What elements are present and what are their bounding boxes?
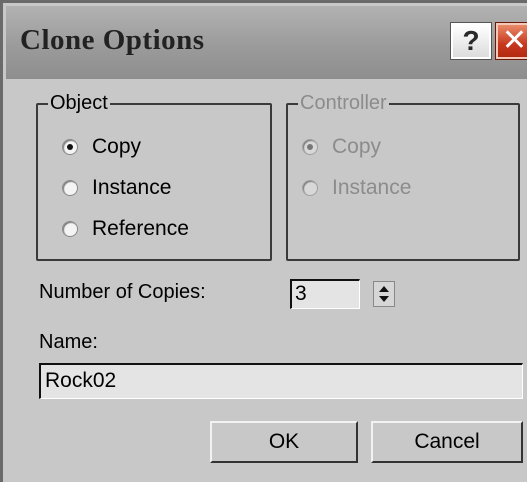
question-mark-icon: ? [462, 25, 480, 56]
close-button[interactable]: ✕ [495, 22, 527, 60]
controller-copy-label: Copy [332, 135, 382, 158]
name-input[interactable]: Rock02 [39, 363, 523, 399]
close-icon: ✕ [501, 24, 527, 57]
object-copy-radio[interactable] [62, 139, 78, 155]
name-label: Name: [39, 331, 98, 353]
number-of-copies-label: Number of Copies: [39, 281, 206, 303]
object-reference-label: Reference [92, 217, 189, 240]
clone-options-dialog: Clone Options ? ✕ Object Copy Instance R… [0, 0, 527, 482]
help-button[interactable]: ? [450, 22, 492, 60]
object-group: Object Copy Instance Reference [36, 92, 272, 261]
controller-instance-option: Instance [302, 176, 411, 200]
object-instance-option[interactable]: Instance [62, 176, 171, 200]
object-copy-option[interactable]: Copy [62, 135, 141, 159]
object-group-legend: Object [48, 92, 110, 115]
ok-button[interactable]: OK [210, 421, 358, 463]
number-of-copies-input[interactable]: 3 [290, 279, 360, 309]
controller-instance-radio [302, 180, 318, 196]
controller-group-legend: Controller [298, 92, 389, 115]
controller-group: Controller Copy Instance [286, 92, 520, 261]
spinner-down-arrow-icon[interactable] [379, 296, 389, 302]
object-copy-label: Copy [92, 135, 142, 158]
object-instance-radio[interactable] [62, 180, 78, 196]
dialog-title: Clone Options [20, 24, 205, 56]
spinner-up-arrow-icon[interactable] [379, 286, 389, 292]
controller-copy-radio [302, 139, 318, 155]
controller-instance-label: Instance [332, 176, 412, 199]
copies-spinner[interactable] [373, 281, 395, 307]
object-instance-label: Instance [92, 176, 172, 199]
controller-copy-option: Copy [302, 135, 381, 159]
title-bar[interactable]: Clone Options ? ✕ [6, 6, 527, 79]
object-reference-option[interactable]: Reference [62, 217, 189, 241]
object-reference-radio[interactable] [62, 221, 78, 237]
cancel-button[interactable]: Cancel [371, 421, 523, 463]
